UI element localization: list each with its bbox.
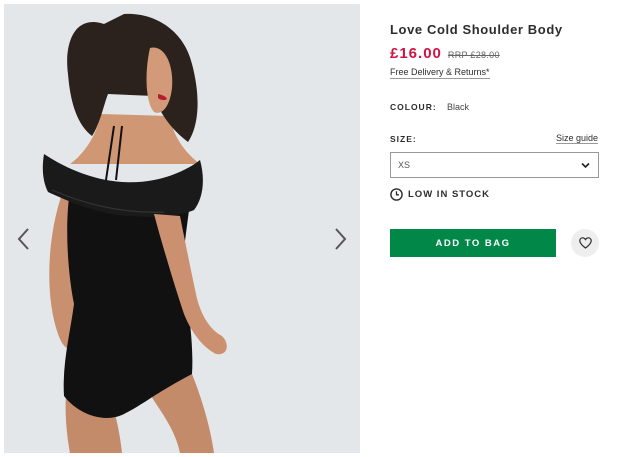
clock-icon bbox=[390, 188, 403, 201]
delivery-returns-link[interactable]: Free Delivery & Returns* bbox=[390, 67, 490, 79]
price-row: £16.00 RRP £28.00 bbox=[390, 45, 500, 62]
colour-label: COLOUR: bbox=[390, 102, 437, 112]
save-for-later-button[interactable] bbox=[571, 229, 599, 257]
chevron-left-icon bbox=[17, 228, 29, 250]
size-selected-value: XS bbox=[398, 160, 411, 170]
size-select[interactable]: XS bbox=[390, 152, 599, 178]
colour-value: Black bbox=[447, 102, 470, 112]
colour-row: COLOUR: Black bbox=[390, 102, 469, 112]
product-photo bbox=[4, 4, 360, 453]
rrp-price: RRP £28.00 bbox=[447, 50, 500, 60]
current-price: £16.00 bbox=[390, 45, 442, 62]
size-guide-link[interactable]: Size guide bbox=[556, 133, 599, 144]
heart-icon bbox=[578, 237, 592, 249]
size-label: SIZE: bbox=[390, 134, 417, 144]
chevron-right-icon bbox=[335, 228, 347, 250]
chevron-down-icon bbox=[581, 162, 590, 169]
previous-image-button[interactable] bbox=[12, 224, 34, 254]
next-image-button[interactable] bbox=[330, 224, 352, 254]
add-to-bag-button[interactable]: ADD TO BAG bbox=[390, 229, 556, 257]
product-title: Love Cold Shoulder Body bbox=[390, 22, 563, 37]
product-image-gallery bbox=[4, 4, 360, 453]
stock-status: LOW IN STOCK bbox=[390, 188, 490, 201]
stock-status-text: LOW IN STOCK bbox=[408, 189, 491, 200]
